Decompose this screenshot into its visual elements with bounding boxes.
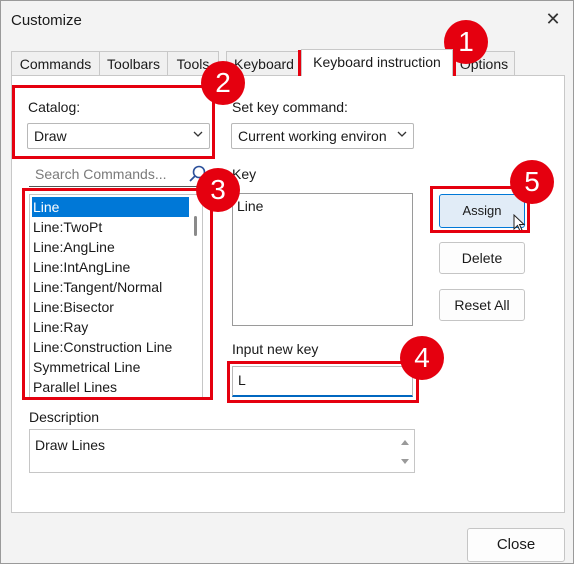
list-scrollbar-thumb[interactable] [194, 216, 197, 236]
list-item[interactable]: Line:Tangent/Normal [32, 277, 189, 297]
set-key-command-label: Set key command: [232, 99, 348, 115]
delete-button[interactable]: Delete [439, 242, 525, 274]
new-key-value: L [238, 372, 246, 388]
set-key-command-value: Current working environ [238, 128, 387, 144]
reset-all-button[interactable]: Reset All [439, 289, 525, 321]
key-list[interactable]: Line [232, 193, 413, 326]
set-key-command-select[interactable]: Current working environ [231, 123, 414, 149]
search-placeholder: Search Commands... [35, 166, 167, 182]
list-item[interactable]: Line:Construction Line [32, 337, 189, 357]
list-item[interactable]: Parallel Lines [32, 377, 189, 397]
catalog-label: Catalog: [28, 99, 81, 115]
callout-badge-4: 4 [400, 336, 444, 380]
new-key-input[interactable]: L [232, 366, 413, 397]
callout-badge-3: 3 [196, 168, 240, 212]
list-item[interactable]: Line:AngLine [32, 237, 189, 257]
commands-list[interactable]: Line Line:TwoPt Line:AngLine Line:IntAng… [29, 194, 203, 399]
scroll-down-icon[interactable] [400, 458, 410, 466]
title-bar: Customize ✕ [1, 1, 573, 41]
list-item[interactable]: Line:Bisector [32, 297, 189, 317]
catalog-value: Draw [34, 128, 67, 144]
chevron-down-icon [397, 131, 407, 137]
list-item[interactable]: Line [32, 197, 189, 217]
description-text: Draw Lines [35, 437, 106, 453]
list-item[interactable]: Symmetrical Line [32, 357, 189, 377]
list-item[interactable]: Line:IntAngLine [32, 257, 189, 277]
input-new-key-label: Input new key [232, 341, 319, 357]
cursor-icon [513, 214, 526, 232]
list-item[interactable]: Line:TwoPt [32, 217, 189, 237]
close-button[interactable]: Close [467, 528, 565, 562]
scroll-up-icon[interactable] [400, 438, 410, 446]
tab-keyboard-instruction[interactable]: Keyboard instruction [301, 49, 453, 76]
dialog-title: Customize [11, 12, 82, 29]
list-item[interactable]: Line:Ray [32, 317, 189, 337]
chevron-down-icon [193, 131, 203, 137]
close-icon[interactable]: ✕ [541, 7, 565, 31]
callout-badge-2: 2 [201, 61, 245, 105]
description-box: Draw Lines [29, 429, 415, 473]
key-value[interactable]: Line [237, 198, 263, 214]
catalog-select[interactable]: Draw [27, 123, 210, 149]
description-label: Description [29, 409, 100, 425]
customize-dialog: Customize ✕ Commands Toolbars Tools Keyb… [0, 0, 574, 564]
callout-badge-5: 5 [510, 160, 554, 204]
search-input[interactable]: Search Commands... [29, 163, 209, 187]
tab-toolbars[interactable]: Toolbars [99, 51, 168, 75]
tab-commands[interactable]: Commands [11, 51, 100, 75]
